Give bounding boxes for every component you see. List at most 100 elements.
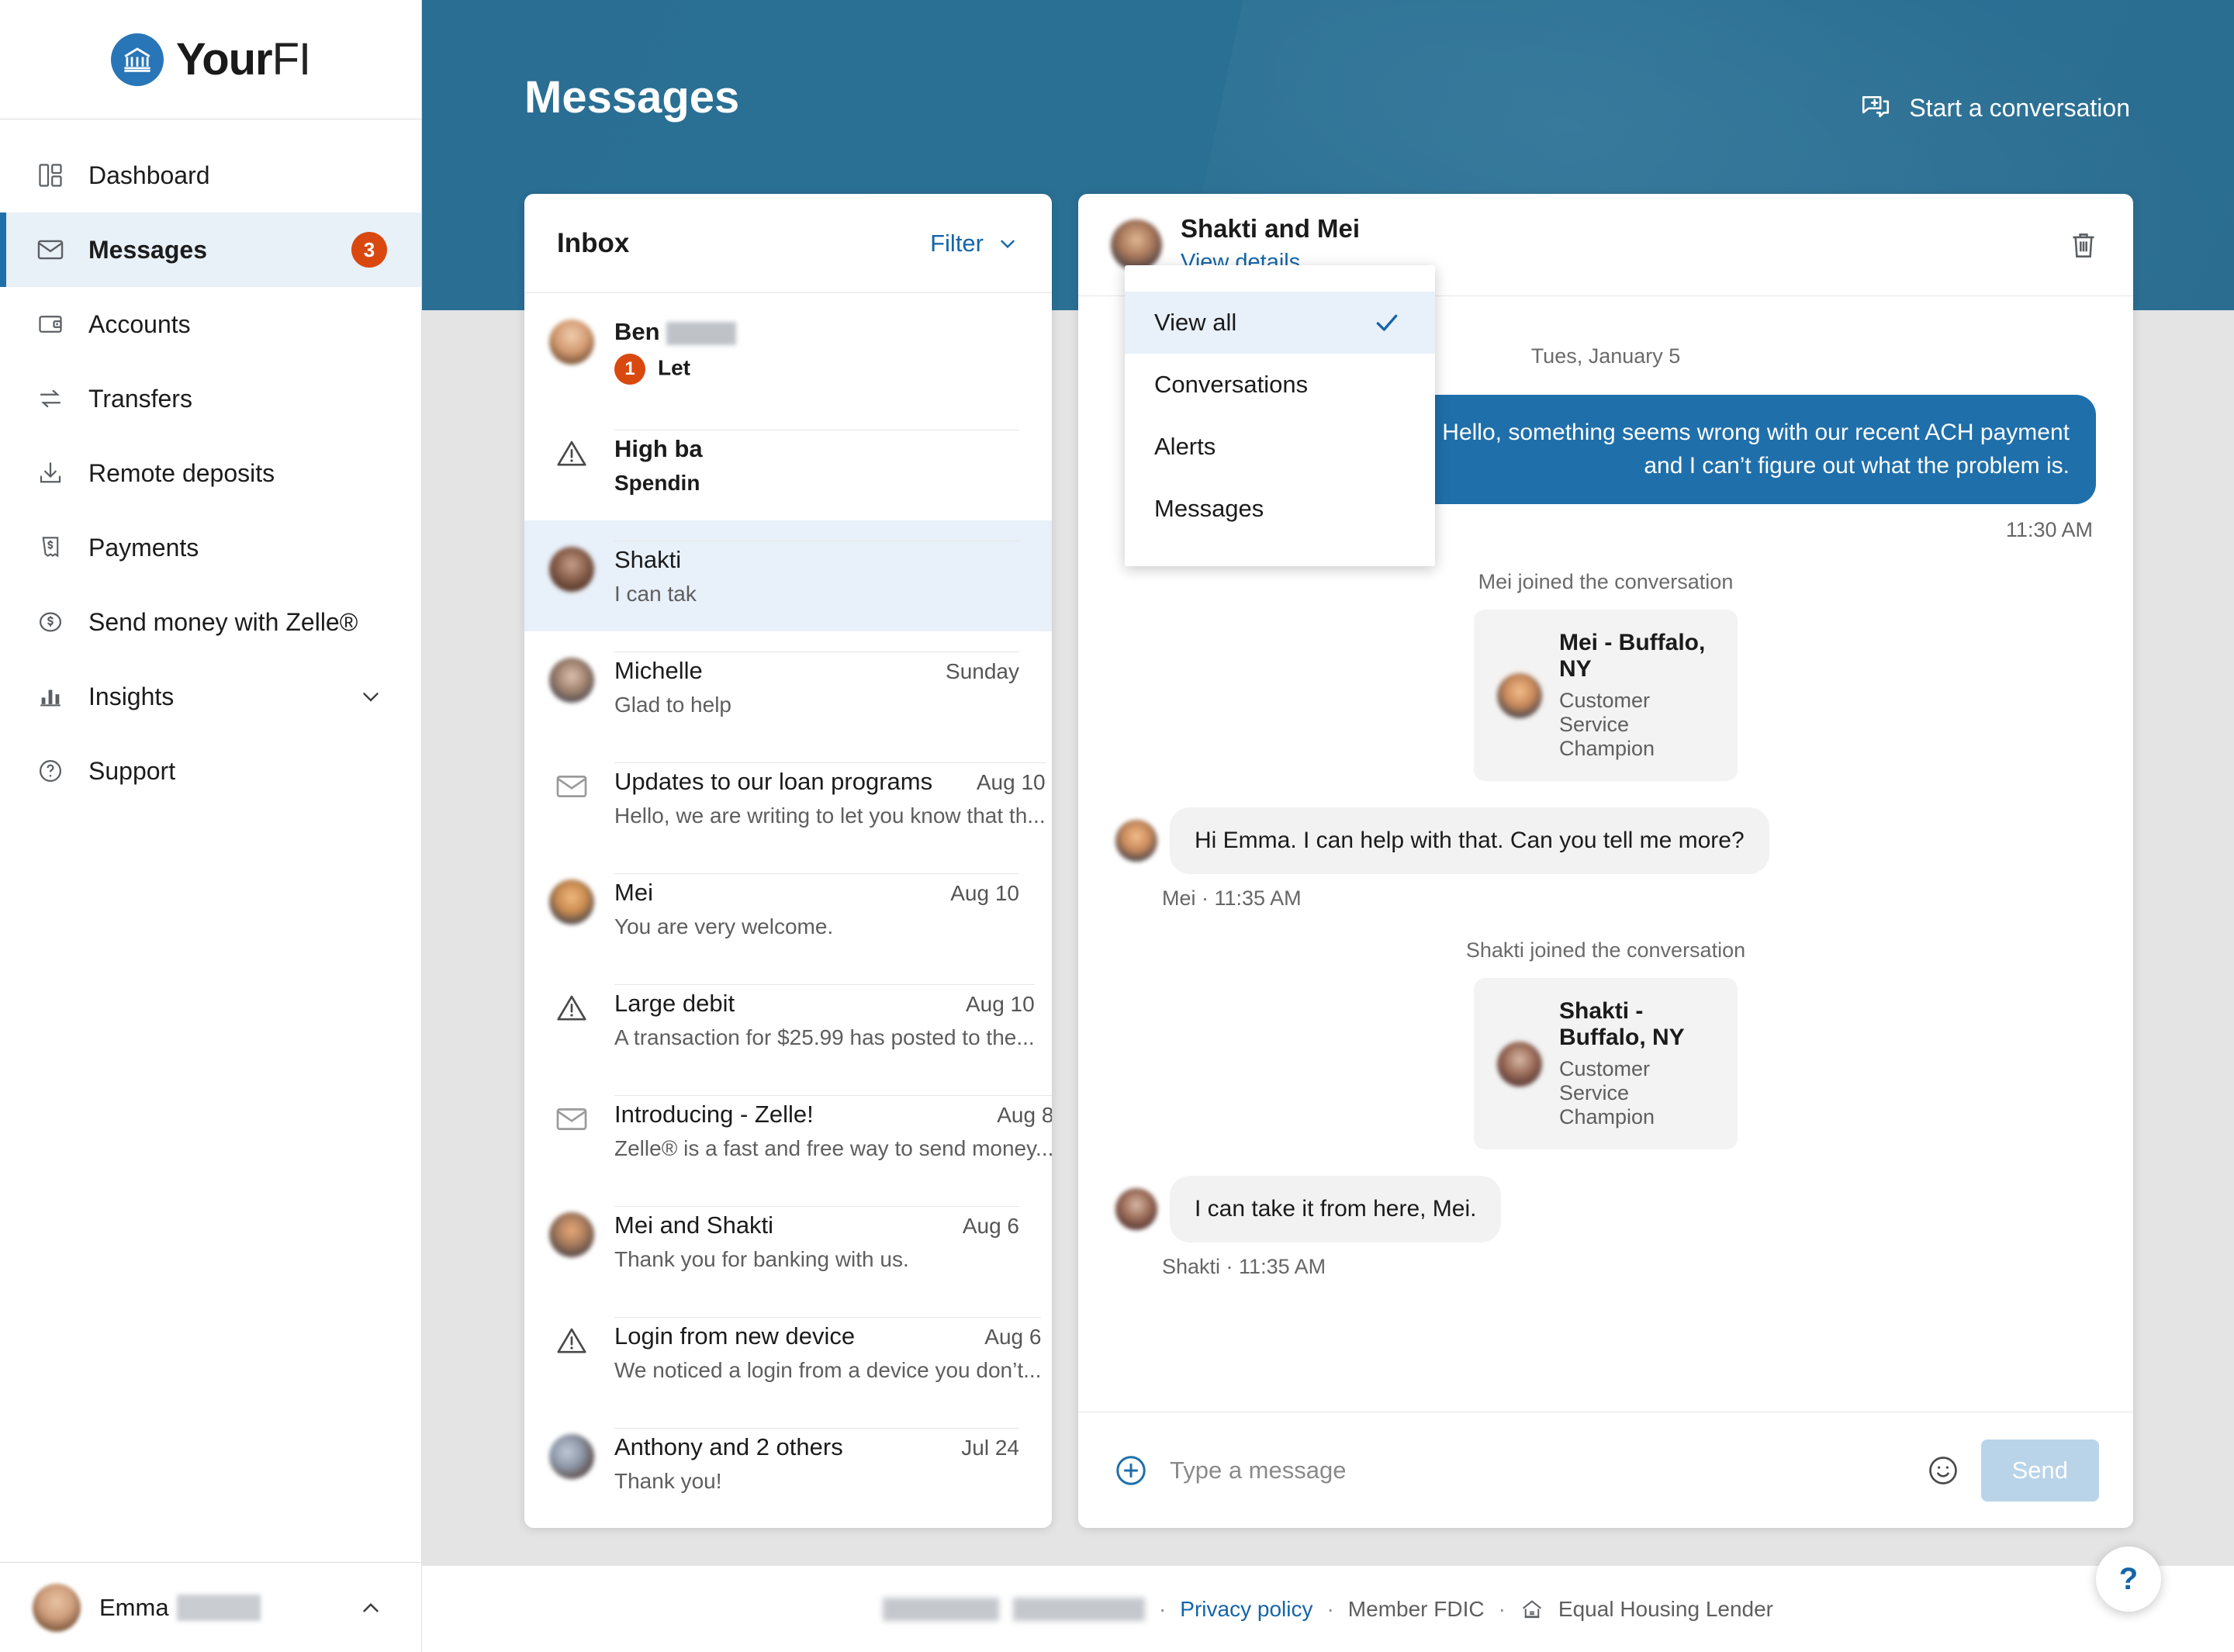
message-composer: Type a message Send [1078, 1412, 2133, 1528]
chevron-up-icon[interactable] [358, 1595, 384, 1621]
inbox-row[interactable]: Ben 1 Let [524, 293, 1052, 410]
sidebar-item-dashboard[interactable]: Dashboard [0, 138, 421, 213]
inbox-row-title: High ba [614, 435, 703, 462]
inbox-row-top: Login from new device Aug 6 [614, 1322, 1041, 1350]
brand-logo[interactable]: YourFI [0, 0, 421, 119]
inbox-row-preview: I can tak [614, 582, 697, 606]
filter-option-messages[interactable]: Messages [1125, 478, 1435, 540]
sidebar-item-accounts[interactable]: Accounts [0, 287, 421, 361]
sidebar-item-transfers[interactable]: Transfers [0, 361, 421, 436]
alert-triangle-icon [548, 1317, 596, 1359]
avatar-image [549, 547, 594, 592]
inbox-row-body: Login from new device Aug 6 We noticed a l… [614, 1317, 1042, 1388]
agent-card: Mei - Buffalo, NY Customer Service Champ… [1474, 610, 1738, 782]
inbox-row-date: Aug 10 [976, 770, 1046, 794]
inbox-row-title: Ben [614, 318, 736, 346]
inbox-row-preview: 1 Let [614, 354, 1019, 385]
avatar-image [549, 1434, 594, 1479]
avatar [548, 313, 596, 365]
inbox-row-date: Aug 6 [984, 1325, 1042, 1349]
inbox-row[interactable]: Large debit Aug 10 A transaction for $25.9… [524, 964, 1052, 1075]
chevron-down-icon[interactable] [358, 683, 384, 710]
inbox-row-top: High ba [614, 435, 1019, 463]
avatar [548, 651, 596, 703]
sidebar-item-payments[interactable]: Payments [0, 510, 421, 585]
agent-role: Customer Service Champion [1559, 689, 1655, 761]
inbox-row-top: Anthony and 2 others Jul 24 [614, 1433, 1019, 1461]
messages-unread-badge: 3 [351, 232, 387, 268]
sidebar-item-label: Remote deposits [88, 458, 275, 487]
filter-option-conversations[interactable]: Conversations [1125, 354, 1435, 416]
incoming-message-timestamp: Shakti · 11:35 AM [1162, 1255, 1326, 1279]
inbox-row-date: Sunday [946, 659, 1019, 683]
outgoing-message-timestamp: 11:30 AM [2005, 518, 2093, 542]
brand-name-bold: Your [175, 34, 273, 85]
download-icon [33, 455, 68, 491]
inbox-row-top: Introducing - Zelle! Aug 8 [614, 1101, 1052, 1128]
inbox-row-preview: A transaction for $25.99 has posted to t… [614, 1025, 1035, 1049]
help-fab-button[interactable]: ? [2096, 1547, 2161, 1612]
inbox-row-body: Michelle Sunday Glad to help [614, 651, 1019, 722]
inbox-row-title: Michelle [614, 657, 703, 684]
inbox-row[interactable]: Shakti I can tak [524, 520, 1052, 631]
sidebar-item-send-money-zelle[interactable]: Send money with Zelle® [0, 585, 421, 659]
filter-option-alerts[interactable]: Alerts [1125, 416, 1435, 478]
privacy-policy-link[interactable]: Privacy policy [1180, 1597, 1312, 1622]
question-mark-icon: ? [2118, 1561, 2139, 1596]
inbox-row-top: Mei Aug 10 [614, 879, 1019, 907]
app-root: YourFI Dashboard Messages 3 Accounts Tra… [0, 0, 2234, 1652]
filter-dropdown-menu[interactable]: View all Conversations Alerts Messages [1125, 265, 1435, 566]
conversation-title: Shakti and Mei [1181, 214, 1361, 243]
sidebar-item-label: Accounts [88, 309, 191, 338]
inbox-row[interactable]: Introducing - Zelle! Aug 8 Zelle® is a fas… [524, 1075, 1052, 1186]
user-profile-menu[interactable]: Emma [0, 1562, 421, 1652]
start-conversation-button[interactable]: Start a conversation [1859, 92, 2130, 124]
inbox-row-top: Michelle Sunday [614, 657, 1019, 685]
plus-circle-icon[interactable] [1112, 1452, 1150, 1489]
unread-count-badge: 1 [614, 354, 645, 385]
sidebar-item-messages[interactable]: Messages 3 [0, 213, 421, 287]
inbox-row[interactable]: Michelle Sunday Glad to help [524, 631, 1052, 742]
sidebar-item-support[interactable]: Support [0, 734, 421, 808]
inbox-message-list[interactable]: Ben 1 Let High ba Spendin Shakti I can tak Mich… [524, 293, 1052, 1528]
sender-avatar [1115, 1188, 1157, 1231]
inbox-row[interactable]: High ba Spendin [524, 410, 1052, 520]
sidebar-item-label: Send money with Zelle® [88, 607, 358, 636]
inbox-row-preview: We noticed a login from a device you don… [614, 1358, 1042, 1382]
footer-separator: · [1158, 1596, 1167, 1621]
sidebar-item-remote-deposits[interactable]: Remote deposits [0, 436, 421, 510]
inbox-row[interactable]: Updates to our loan programs Aug 10 Hello,… [524, 742, 1052, 853]
start-conversation-label: Start a conversation [1909, 93, 2130, 122]
send-button[interactable]: Send [1980, 1439, 2099, 1502]
sidebar-item-insights[interactable]: Insights [0, 659, 421, 734]
inbox-row[interactable]: Happy 4th of July from…Jul 3We at Your F… [524, 1519, 1052, 1528]
outgoing-message-bubble: Hello, something seems wrong with our re… [1389, 395, 2096, 505]
inbox-row[interactable]: Anthony and 2 others Jul 24 Thank you! [524, 1408, 1052, 1519]
filter-option-view-all[interactable]: View all [1125, 292, 1435, 354]
message-input[interactable]: Type a message [1170, 1457, 1925, 1484]
redacted-footer-phone [1012, 1597, 1145, 1621]
inbox-row-body: Shakti I can tak [614, 541, 1019, 611]
inbox-row[interactable]: Mei and Shakti Aug 6 Thank you for banking… [524, 1186, 1052, 1297]
agent-card-text: Mei - Buffalo, NY Customer Service Champ… [1559, 630, 1714, 761]
inbox-row-preview: Hello, we are writing to let you know th… [614, 804, 1046, 828]
wallet-icon [33, 306, 68, 342]
avatar [548, 1206, 596, 1257]
inbox-row[interactable]: Mei Aug 10 You are very welcome. [524, 853, 1052, 964]
smiley-icon[interactable] [1925, 1453, 1961, 1488]
inbox-row-preview: Spendin [614, 471, 700, 495]
inbox-row-title: Login from new device [614, 1322, 856, 1350]
filter-option-label: Alerts [1154, 433, 1216, 460]
inbox-row-body: High ba Spendin [614, 430, 1019, 500]
sidebar-item-label: Dashboard [88, 161, 210, 189]
trash-icon[interactable] [2066, 228, 2101, 262]
envelope-icon [548, 1095, 596, 1137]
inbox-panel: Inbox Filter Ben 1 Let High ba Spendin Shakti… [524, 194, 1052, 1528]
sidebar: YourFI Dashboard Messages 3 Accounts Tra… [0, 0, 422, 1652]
inbox-row[interactable]: Login from new device Aug 6 We noticed a l… [524, 1297, 1052, 1408]
filter-dropdown-trigger[interactable]: Filter [930, 230, 1019, 257]
agent-avatar [1497, 672, 1542, 718]
brand-name: YourFI [175, 33, 311, 85]
chevron-down-icon [996, 232, 1019, 255]
filter-label: Filter [930, 229, 984, 257]
